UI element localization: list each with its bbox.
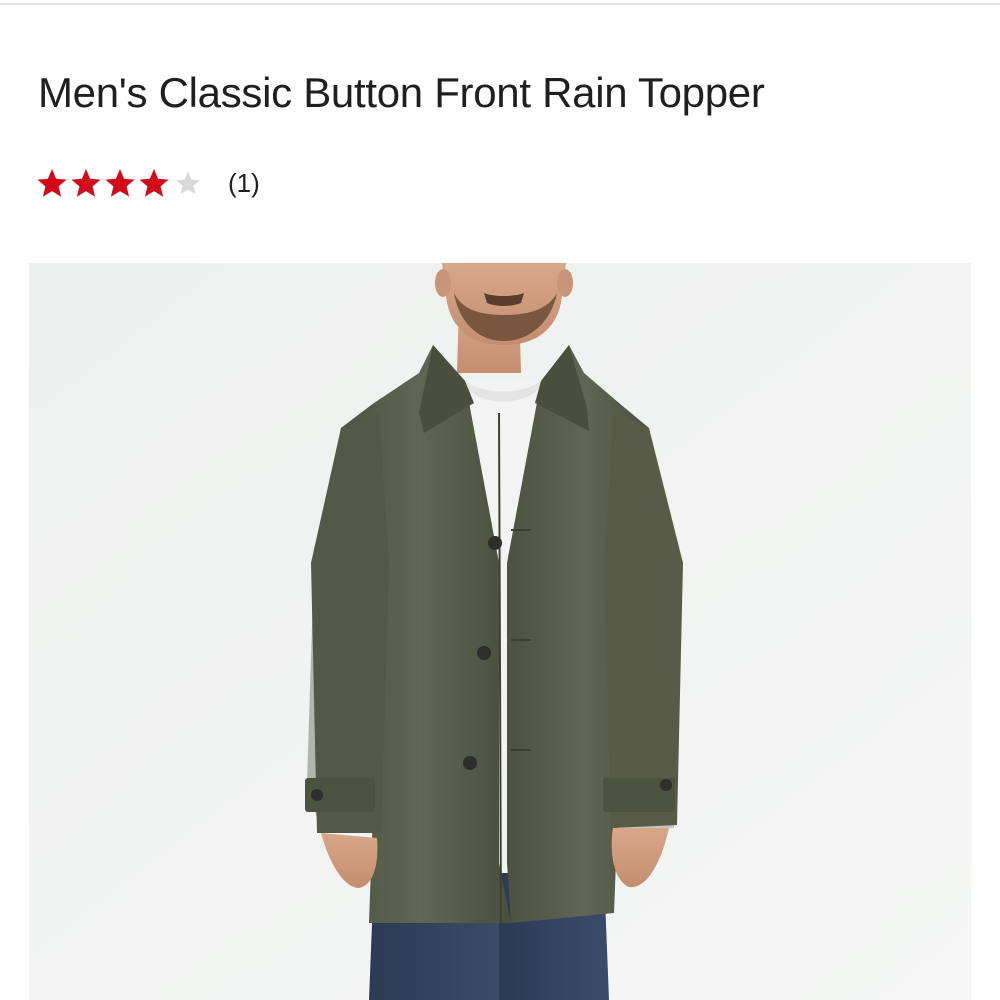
star-filled-icon <box>70 167 102 199</box>
star-filled-icon <box>104 167 136 199</box>
coat-photo <box>29 263 971 1000</box>
star-filled-icon <box>138 167 170 199</box>
product-title: Men's Classic Button Front Rain Topper <box>38 69 765 116</box>
review-count[interactable]: (1) <box>228 164 260 202</box>
star-filled-icon <box>36 167 68 199</box>
top-divider <box>0 3 1000 5</box>
rating-stars <box>36 167 206 199</box>
product-rating[interactable]: (1) <box>36 164 260 202</box>
star-empty-icon <box>172 167 204 199</box>
product-image[interactable] <box>29 263 971 1000</box>
